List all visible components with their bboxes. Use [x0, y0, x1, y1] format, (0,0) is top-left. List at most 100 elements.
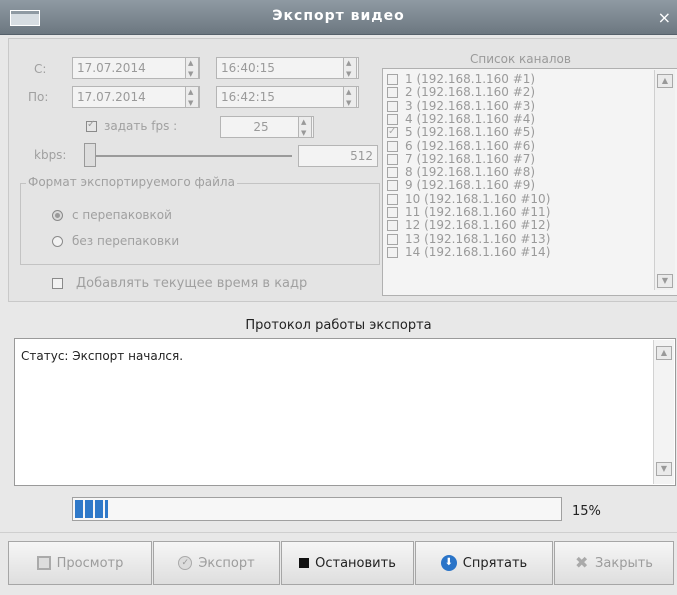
channel-checkbox[interactable] [387, 100, 398, 112]
arrow-down-icon: ⬇ [440, 555, 457, 571]
channel-checkbox[interactable] [387, 220, 398, 232]
channel-item[interactable]: 12 (192.168.1.160 #12) [383, 219, 655, 232]
kbps-field[interactable]: 512 [298, 145, 378, 167]
channel-checkbox[interactable] [387, 246, 398, 258]
to-label: По: [28, 90, 49, 104]
channel-label: 9 (192.168.1.160 #9) [405, 178, 536, 193]
channel-item[interactable]: 3 (192.168.1.160 #3) [383, 98, 655, 113]
to-date-field[interactable]: 17.07.2014 [72, 86, 200, 108]
close-button[interactable]: ✖ Закрыть [554, 541, 674, 585]
channel-checkbox[interactable]: ✓ [387, 126, 398, 139]
progress-fill [75, 500, 108, 518]
checkmark-icon: ✓ [87, 119, 96, 130]
preview-button[interactable]: Просмотр [8, 541, 152, 585]
protocol-title: Протокол работы экспорта [245, 318, 432, 333]
channel-item[interactable]: 10 (192.168.1.160 #10) [383, 191, 655, 206]
log-scroll-down-icon[interactable]: ▼ [656, 462, 672, 476]
radio-dot-icon [55, 213, 60, 218]
from-date-field[interactable]: 17.07.2014 [72, 57, 200, 79]
channel-item[interactable]: 9 (192.168.1.160 #9) [383, 179, 655, 192]
export-button[interactable]: ✓ Экспорт [153, 541, 280, 585]
log-text: Статус: Экспорт начался. [21, 349, 184, 363]
channel-checkbox[interactable] [387, 74, 398, 85]
channel-item[interactable]: 2 (192.168.1.160 #2) [383, 86, 655, 99]
window-title: Экспорт видео [272, 8, 405, 24]
stop-icon [299, 558, 310, 568]
close-x-icon: ✖ [575, 553, 589, 572]
progress-percent: 15% [572, 504, 601, 519]
channel-checkbox[interactable] [387, 153, 398, 165]
channel-checkbox[interactable] [387, 87, 398, 99]
channel-item[interactable]: 7 (192.168.1.160 #7) [383, 151, 655, 166]
from-time-field[interactable]: 16:40:15 [216, 57, 359, 79]
channel-checkbox[interactable] [387, 167, 398, 179]
stop-button[interactable]: Остановить [281, 541, 414, 585]
checkmark-icon: ✓ [388, 126, 397, 138]
channel-label: 12 (192.168.1.160 #12) [405, 218, 551, 233]
fps-label: задать fps : [104, 119, 178, 133]
from-label: С: [34, 62, 47, 76]
kbps-slider-track[interactable] [96, 155, 292, 157]
close-icon[interactable]: × [658, 8, 671, 27]
hide-button-label: Спрятать [462, 555, 528, 571]
channel-item[interactable]: 1 (192.168.1.160 #1) [383, 73, 655, 86]
fps-checkbox[interactable]: ✓ [86, 119, 97, 132]
from-date-spinner[interactable] [185, 57, 199, 79]
kbps-label: kbps: [34, 148, 67, 162]
log-scroll-up-icon[interactable]: ▲ [656, 346, 672, 360]
export-button-label: Экспорт [198, 555, 255, 571]
channel-checkbox[interactable] [387, 113, 398, 125]
film-icon [36, 556, 51, 570]
channel-label: 11 (192.168.1.160 #11) [405, 205, 551, 219]
fps-spinner[interactable] [298, 116, 312, 138]
channel-label: 13 (192.168.1.160 #13) [405, 231, 551, 246]
channel-checkbox[interactable] [387, 207, 398, 218]
channel-label: 4 (192.168.1.160 #4) [405, 111, 536, 126]
scroll-up-icon[interactable]: ▲ [657, 74, 673, 88]
channel-item[interactable]: 8 (192.168.1.160 #8) [383, 166, 655, 179]
channel-list-scrollbar[interactable]: ▲ ▼ [654, 70, 675, 290]
title-bar: Экспорт видео × [0, 0, 677, 35]
kbps-slider-handle[interactable] [84, 143, 96, 167]
channel-label: 7 (192.168.1.160 #7) [405, 151, 536, 166]
channel-item[interactable]: 14 (192.168.1.160 #14) [383, 244, 655, 259]
channel-label: 5 (192.168.1.160 #5) [405, 125, 536, 140]
radio-repack[interactable] [52, 210, 63, 221]
to-time-field[interactable]: 16:42:15 [216, 86, 359, 108]
close-button-label: Закрыть [595, 555, 653, 571]
format-group-title: Формат экспортируемого файла [26, 175, 237, 189]
divider [0, 532, 677, 533]
preview-button-label: Просмотр [56, 555, 124, 571]
channel-checkbox[interactable] [387, 193, 398, 205]
channel-list[interactable]: 1 (192.168.1.160 #1) 2 (192.168.1.160 #2)… [382, 68, 677, 296]
channel-label: 14 (192.168.1.160 #14) [405, 244, 551, 259]
log-scrollbar[interactable]: ▲ ▼ [653, 340, 674, 484]
channel-item[interactable]: ✓ 5 (192.168.1.160 #5) [383, 126, 655, 139]
channel-checkbox[interactable] [387, 140, 398, 152]
scroll-down-icon[interactable]: ▼ [657, 274, 673, 288]
add-time-checkbox[interactable] [52, 278, 63, 289]
progress-bar [72, 497, 562, 521]
channel-label: 8 (192.168.1.160 #8) [405, 165, 536, 180]
from-time-spinner[interactable] [343, 57, 357, 79]
channel-label: 10 (192.168.1.160 #10) [405, 191, 551, 206]
channel-item[interactable]: 11 (192.168.1.160 #11) [383, 206, 655, 219]
hide-button[interactable]: ⬇ Спрятать [415, 541, 553, 585]
to-time-spinner[interactable] [343, 86, 357, 108]
channel-label: 6 (192.168.1.160 #6) [405, 138, 536, 153]
channel-item[interactable]: 13 (192.168.1.160 #13) [383, 231, 655, 246]
channel-label: 3 (192.168.1.160 #3) [405, 98, 536, 113]
log-textarea[interactable]: Статус: Экспорт начался. ▲ ▼ [14, 338, 676, 486]
radio-repack-label: с перепаковкой [72, 208, 172, 222]
channel-item[interactable]: 6 (192.168.1.160 #6) [383, 138, 655, 153]
channel-label: 1 (192.168.1.160 #1) [405, 72, 536, 86]
to-date-spinner[interactable] [185, 86, 199, 108]
channel-checkbox[interactable] [387, 233, 398, 245]
channel-checkbox[interactable] [387, 180, 398, 192]
format-group [20, 183, 380, 265]
check-circle-icon: ✓ [178, 556, 193, 570]
add-time-label: Добавлять текущее время в кадр [76, 276, 308, 291]
channel-item[interactable]: 4 (192.168.1.160 #4) [383, 111, 655, 126]
channel-label: 2 (192.168.1.160 #2) [405, 85, 536, 100]
radio-no-repack[interactable] [52, 236, 63, 247]
